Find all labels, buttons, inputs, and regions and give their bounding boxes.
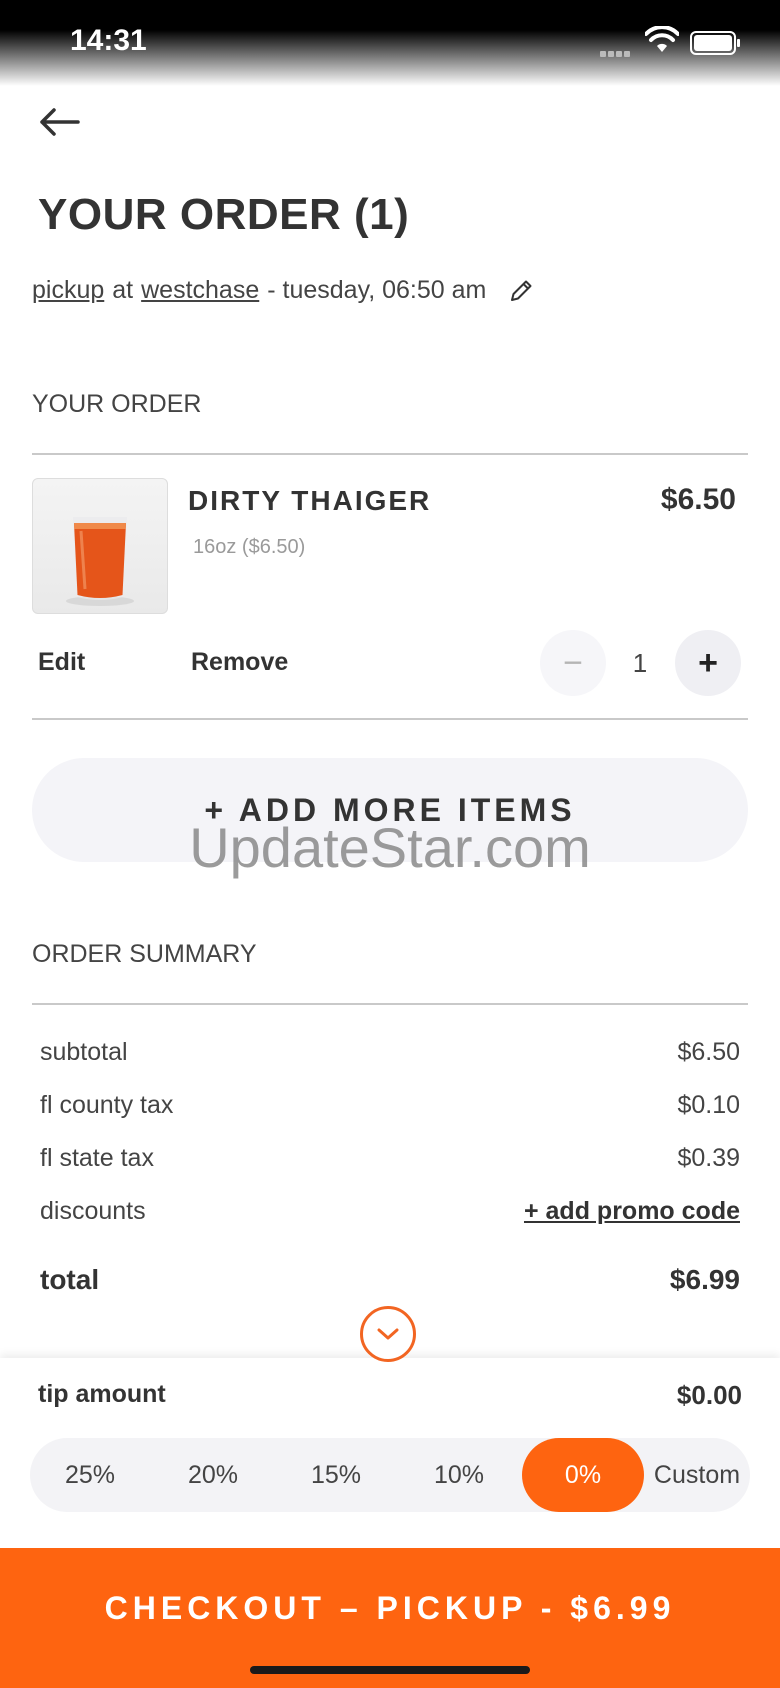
divider xyxy=(32,1003,748,1005)
summary-row-total: total $6.99 xyxy=(40,1264,740,1296)
location-link[interactable]: westchase xyxy=(141,276,259,305)
tip-label: tip amount xyxy=(38,1380,166,1408)
tip-panel: tip amount $0.00 25% 20% 15% 10% 0% Cust… xyxy=(0,1358,780,1548)
summary-value: $0.10 xyxy=(677,1091,740,1119)
order-datetime: - tuesday, 06:50 am xyxy=(267,276,487,304)
tip-option-25[interactable]: 25% xyxy=(30,1438,150,1512)
tip-option-0[interactable]: 0% xyxy=(522,1438,644,1512)
total-label: total xyxy=(40,1264,100,1295)
status-time: 14:31 xyxy=(70,24,147,57)
expand-summary-button[interactable] xyxy=(360,1306,416,1362)
tip-option-20[interactable]: 20% xyxy=(153,1438,273,1512)
order-summary-heading: ORDER SUMMARY xyxy=(32,940,257,968)
increase-quantity-button[interactable]: + xyxy=(675,630,741,696)
page-title: YOUR ORDER (1) xyxy=(38,190,410,239)
edit-item-button[interactable]: Edit xyxy=(38,648,85,677)
order-info: pickup at westchase - tuesday, 06:50 am xyxy=(32,276,534,305)
chevron-down-icon xyxy=(377,1328,399,1340)
order-at-text: at xyxy=(112,276,134,304)
wifi-icon xyxy=(645,26,679,52)
total-value: $6.99 xyxy=(669,1264,740,1295)
remove-item-button[interactable]: Remove xyxy=(191,648,288,677)
item-price: $6.50 xyxy=(660,483,736,516)
status-bar: 14:31 xyxy=(0,0,780,86)
summary-label: fl county tax xyxy=(40,1091,174,1119)
summary-value: $6.50 xyxy=(677,1038,740,1066)
tip-option-custom[interactable]: Custom xyxy=(644,1438,750,1512)
arrow-left-icon[interactable] xyxy=(34,102,84,142)
order-mode-link[interactable]: pickup xyxy=(32,276,104,305)
item-quantity: 1 xyxy=(632,648,648,678)
signal-icon xyxy=(600,44,632,62)
home-indicator xyxy=(250,1666,530,1674)
battery-icon xyxy=(690,31,740,55)
pencil-icon[interactable] xyxy=(508,278,534,304)
item-name: DIRTY THAIGER xyxy=(188,485,432,516)
add-promo-code-link[interactable]: + add promo code xyxy=(524,1197,740,1226)
summary-value: $0.39 xyxy=(677,1144,740,1172)
divider xyxy=(32,453,748,455)
summary-row-county-tax: fl county tax $0.10 xyxy=(40,1091,740,1120)
tip-option-15[interactable]: 15% xyxy=(276,1438,396,1512)
watermark: UpdateStar.com xyxy=(189,816,591,879)
summary-label: discounts xyxy=(40,1197,146,1225)
divider xyxy=(32,718,748,720)
summary-label: subtotal xyxy=(40,1038,128,1066)
decrease-quantity-button[interactable]: − xyxy=(540,630,606,696)
tip-amount: $0.00 xyxy=(676,1380,742,1410)
summary-row-discounts: discounts + add promo code xyxy=(40,1197,740,1226)
item-image xyxy=(32,478,168,614)
item-option: 16oz ($6.50) xyxy=(193,536,306,558)
summary-row-subtotal: subtotal $6.50 xyxy=(40,1038,740,1067)
tip-options: 25% 20% 15% 10% 0% Custom xyxy=(30,1438,750,1512)
summary-label: fl state tax xyxy=(40,1144,154,1172)
summary-row-state-tax: fl state tax $0.39 xyxy=(40,1144,740,1173)
your-order-heading: YOUR ORDER xyxy=(32,390,202,418)
checkout-label: CHECKOUT – PICKUP - $6.99 xyxy=(104,1590,676,1626)
tip-option-10[interactable]: 10% xyxy=(399,1438,519,1512)
